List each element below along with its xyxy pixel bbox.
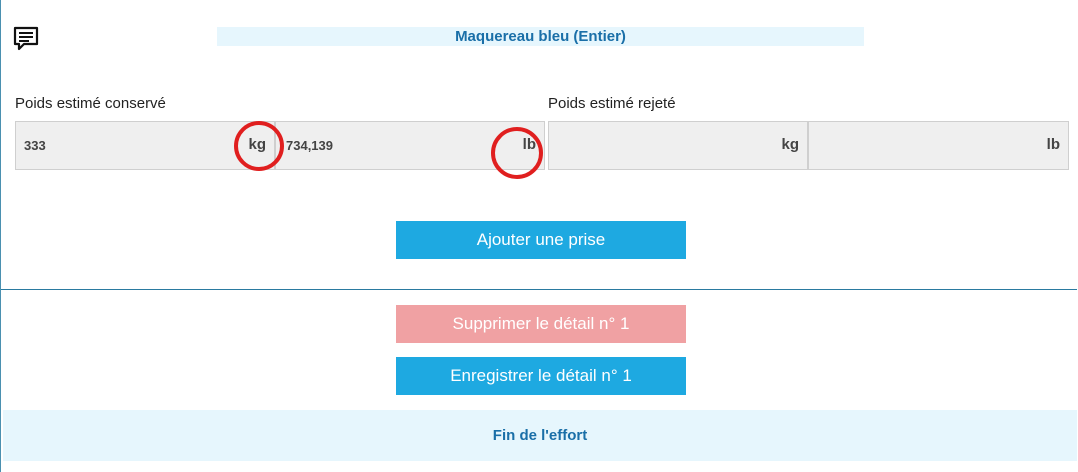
- rejected-weight-label: Poids estimé rejeté: [548, 95, 676, 112]
- kept-kg-unit: kg: [248, 136, 266, 153]
- species-title: Maquereau bleu (Entier): [217, 27, 864, 46]
- kept-kg-value: 333: [24, 138, 46, 153]
- delete-detail-button[interactable]: Supprimer le détail n° 1: [396, 305, 686, 343]
- section-divider: [1, 289, 1077, 290]
- kept-weight-label: Poids estimé conservé: [15, 95, 166, 112]
- kept-lb-value: 734,139: [286, 138, 333, 153]
- comment-icon[interactable]: [12, 25, 40, 53]
- save-detail-button[interactable]: Enregistrer le détail n° 1: [396, 357, 686, 395]
- rejected-kg-field[interactable]: kg: [548, 121, 808, 170]
- kept-lb-field[interactable]: 734,139 lb: [275, 121, 545, 170]
- add-catch-button[interactable]: Ajouter une prise: [396, 221, 686, 259]
- kept-lb-unit: lb: [522, 136, 536, 153]
- rejected-kg-unit: kg: [781, 136, 799, 153]
- kept-kg-field[interactable]: 333 kg: [15, 121, 275, 170]
- rejected-lb-field[interactable]: lb: [808, 121, 1069, 170]
- rejected-lb-unit: lb: [1046, 136, 1060, 153]
- end-effort-button[interactable]: Fin de l'effort: [3, 410, 1077, 461]
